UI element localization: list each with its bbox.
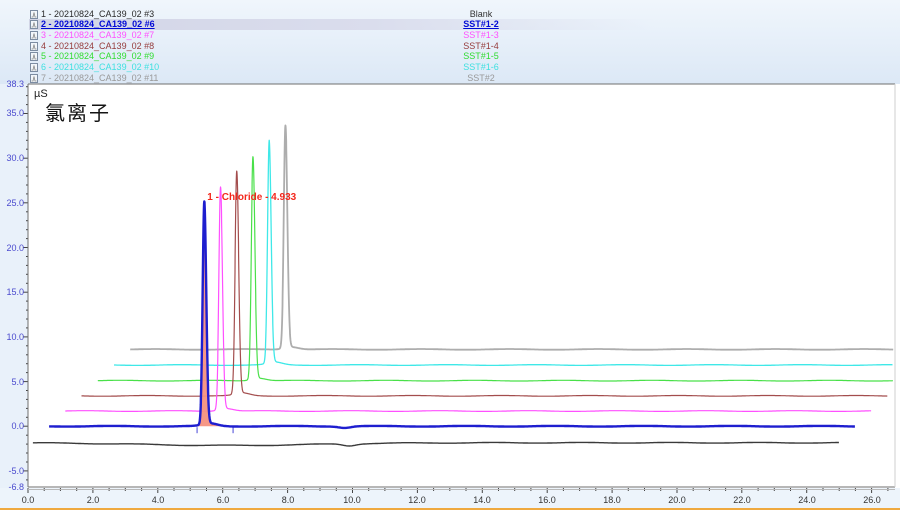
x-tick-label: 16.0 (532, 495, 562, 505)
y-tick-label: 20.0 (0, 243, 24, 253)
y-tick-label: -5.0 (0, 466, 24, 476)
y-tick-label: 35.0 (0, 108, 24, 118)
peak-annotation: 1 - Chloride - 4.933 (207, 192, 296, 203)
trace-3 (65, 187, 871, 411)
y-tick-label: 0.0 (0, 421, 24, 431)
x-tick-label: 6.0 (208, 495, 238, 505)
x-tick-label: 0.0 (13, 495, 43, 505)
chromatogram-canvas[interactable] (0, 0, 900, 517)
x-tick-label: 12.0 (402, 495, 432, 505)
chromatography-window: 1 - 20210824_CA139_02 #3Blank2 - 2021082… (0, 0, 900, 517)
x-tick-label: 10.0 (337, 495, 367, 505)
x-tick-label: 20.0 (662, 495, 692, 505)
trace-2-selected (49, 202, 855, 428)
y-min-label: -6.8 (0, 482, 24, 492)
x-tick-label: 8.0 (273, 495, 303, 505)
y-tick-label: 15.0 (0, 287, 24, 297)
x-tick-label: 14.0 (467, 495, 497, 505)
x-tick-label: 18.0 (597, 495, 627, 505)
trace-5 (98, 157, 893, 381)
trace-7 (130, 125, 893, 349)
chart-title: 氯离子 (45, 97, 111, 126)
x-tick-label: 22.0 (727, 495, 757, 505)
y-tick-label: 5.0 (0, 377, 24, 387)
y-tick-label: 30.0 (0, 153, 24, 163)
x-tick-label: 2.0 (78, 495, 108, 505)
x-tick-label: 26.0 (857, 495, 887, 505)
y-tick-label: 10.0 (0, 332, 24, 342)
trace-6 (114, 140, 893, 365)
y-tick-label: 25.0 (0, 198, 24, 208)
trace-1 (33, 442, 839, 446)
x-tick-label: 24.0 (792, 495, 822, 505)
bottom-separator (0, 508, 900, 510)
y-max-label: 38.3 (0, 79, 24, 89)
x-tick-label: 4.0 (143, 495, 173, 505)
